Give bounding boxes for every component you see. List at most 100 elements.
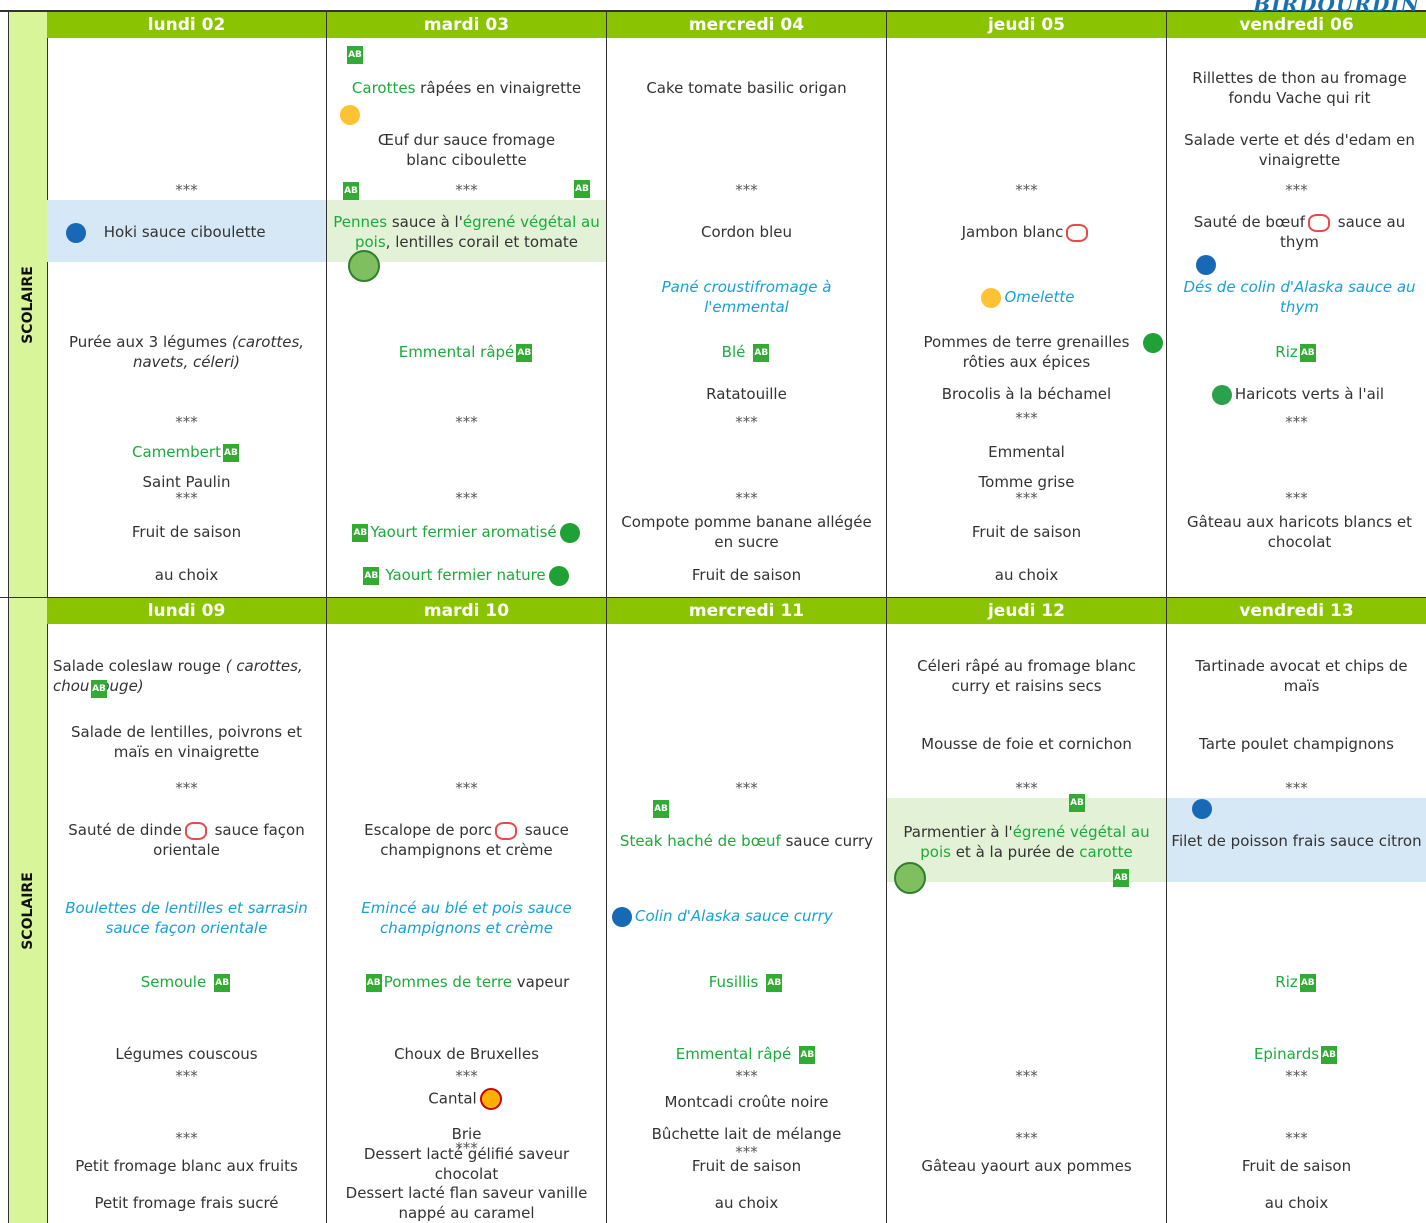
alt-plat: Pané croustifromage à l'emmental	[661, 278, 832, 316]
day-col-mercredi-04: mercredi 04 Cake tomate basilic origan *…	[607, 12, 887, 597]
plat: Sauté de bœuf sauce au thym	[1193, 213, 1406, 251]
day-header: lundi 02	[47, 12, 326, 38]
entree-1: AB	[345, 44, 606, 64]
label-rouge-icon	[1066, 223, 1089, 242]
fish-icon-row	[1189, 798, 1426, 819]
sep: ***	[1015, 1129, 1038, 1147]
plat: Pennes sauce à l'égrené végétal au pois,…	[333, 213, 600, 251]
acc-1: Semoule AB	[140, 973, 231, 992]
day-col-lundi-09: lundi 09 Salade coleslaw rouge ( carotte…	[47, 598, 327, 1223]
entree-2: Salade verte et dés d'edam en vinaigrett…	[1184, 131, 1415, 169]
acc-2: Choux de Bruxelles	[394, 1045, 539, 1063]
plat: Steak haché de bœuf sauce curry	[619, 832, 874, 850]
entree-1-text: Carottes râpées en vinaigrette	[351, 79, 582, 97]
ab-icon: AB	[91, 679, 107, 698]
side-label-cell: SCOLAIRE	[8, 598, 48, 1223]
sep: ***	[1015, 181, 1038, 199]
dessert-1: Fruit de saison	[1241, 1157, 1352, 1175]
ab-icon: AB	[1321, 1045, 1338, 1064]
day-col-mardi-10: mardi 10 *** Escalope de porc sauce cham…	[327, 598, 607, 1223]
ab-row: AB	[651, 798, 886, 818]
ab-row: AB	[89, 678, 326, 698]
entree-1: Cake tomate basilic origan	[646, 79, 847, 97]
day-col-vendredi-06: vendredi 06 Rillettes de thon au fromage…	[1167, 12, 1426, 597]
side-label: SCOLAIRE	[20, 265, 36, 344]
aop-icon	[479, 1088, 502, 1110]
ab-icon: AB	[1299, 343, 1316, 362]
acc-1: Pommes de terre grenailles rôties aux ép…	[923, 333, 1130, 371]
dessert-1: Fruit de saison	[691, 1157, 802, 1175]
sep: ***	[455, 413, 478, 431]
dessert-1: Fruit de saison	[971, 523, 1082, 541]
ab-icon: AB	[1299, 973, 1316, 992]
sep: ***	[175, 779, 198, 797]
dessert-1: AB Yaourt fermier aromatisé	[327, 522, 606, 543]
dessert-1: Compote pomme banane allégée en sucre	[621, 513, 872, 551]
sep: ***	[1285, 779, 1308, 797]
acc-2: Ratatouille	[706, 385, 787, 403]
cheese-1: Cantal	[327, 1088, 606, 1110]
sep: ***	[1285, 1067, 1308, 1085]
entree-1: Rillettes de thon au fromage fondu Vache…	[1192, 69, 1407, 107]
farm-icon	[1143, 332, 1163, 353]
alt-plat: Omelette	[887, 287, 1166, 308]
veggie-icon	[348, 250, 380, 282]
veg-icon-row: AB	[891, 862, 1166, 894]
ab-icon: AB	[753, 343, 770, 362]
sep: ***	[1285, 1129, 1308, 1147]
sep: ***	[455, 489, 478, 507]
egg-icon	[981, 287, 1002, 308]
day-header: mercredi 11	[607, 598, 886, 624]
plat: Cordon bleu	[701, 223, 792, 241]
week-1: SCOLAIRE lundi 02 *** Hoki sauce ciboule…	[8, 12, 1426, 597]
sep: ***	[1015, 489, 1038, 507]
dessert-1: Fruit de saison	[131, 523, 242, 541]
dessert-2: Dessert lacté flan saveur vanille nappé …	[345, 1184, 588, 1222]
dessert-1: Gâteau aux haricots blancs et chocolat	[1187, 513, 1412, 551]
plat: Jambon blanc	[887, 222, 1166, 242]
entree-1: Tartinade avocat et chips de maïs	[1195, 657, 1408, 695]
alt-plat: Dés de colin d'Alaska sauce au thym	[1183, 278, 1416, 316]
sep: ***	[175, 413, 198, 431]
acc-1: Blé AB	[721, 343, 770, 362]
dessert-2: au choix	[714, 1194, 779, 1212]
entree-2: Mousse de foie et cornichon	[921, 735, 1132, 753]
sep: ***	[1015, 1067, 1038, 1085]
fish-icon	[1192, 798, 1212, 819]
dessert-2: au choix	[994, 566, 1059, 584]
plat: Escalope de porc sauce champignons et cr…	[364, 821, 569, 859]
dessert-2: Petit fromage frais sucré	[94, 1194, 279, 1212]
acc-1: Riz AB	[1275, 973, 1316, 992]
day-header: mardi 03	[327, 12, 606, 38]
day-header: mardi 10	[327, 598, 606, 624]
acc-2: Brocolis à la béchamel	[941, 385, 1112, 403]
ab-icon: AB	[222, 443, 239, 462]
ab-icon: AB	[365, 973, 382, 992]
sep: ***	[735, 779, 758, 797]
sep: ***	[175, 1129, 198, 1147]
ce2-icon	[1211, 384, 1232, 405]
cheese-1: Camembert AB	[132, 443, 239, 462]
ab-icon: AB	[343, 181, 359, 200]
veggie-icon	[894, 862, 926, 894]
sep: ***	[735, 489, 758, 507]
dessert-2: Fruit de saison	[691, 566, 802, 584]
sep: ***	[735, 413, 758, 431]
ab-icon: AB	[766, 973, 783, 992]
farm-icon	[548, 565, 569, 586]
day-header: vendredi 06	[1167, 12, 1426, 38]
side-label: SCOLAIRE	[20, 871, 36, 950]
acc-1: Riz AB	[1275, 343, 1316, 362]
week-2: SCOLAIRE lundi 09 Salade coleslaw rouge …	[8, 598, 1426, 1223]
fish-icon	[66, 222, 86, 243]
acc-1: AB Pommes de terre vapeur	[365, 973, 570, 992]
ab-row: AB AB	[341, 180, 592, 200]
acc-2: Haricots verts à l'ail	[1167, 384, 1426, 405]
ab-icon: AB	[214, 973, 231, 992]
ab-icon: AB	[1113, 869, 1129, 887]
entree-2: Salade de lentilles, poivrons et maïs en…	[71, 723, 302, 761]
sep: ***	[1285, 489, 1308, 507]
sep: ***	[735, 181, 758, 199]
acc-1: Emmental râpé AB	[398, 343, 533, 362]
dessert-2: AB Yaourt fermier nature	[327, 565, 606, 586]
